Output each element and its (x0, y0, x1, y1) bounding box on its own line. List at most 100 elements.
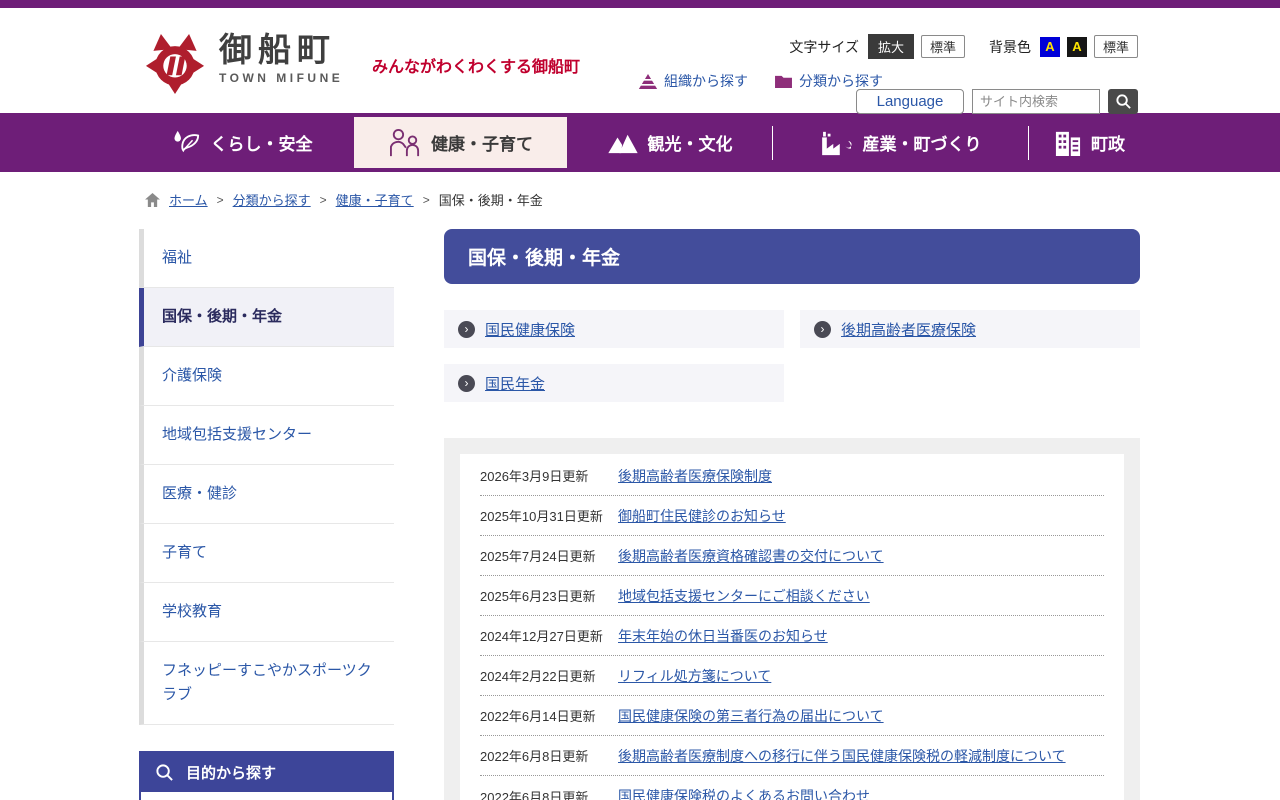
breadcrumb: ホーム > 分類から探す > 健康・子育て > 国保・後期・年金 (145, 190, 1280, 209)
news-row: 2022年6月8日更新 国民健康保険税のよくあるお問い合わせ (480, 776, 1104, 800)
news-row: 2025年10月31日更新 御船町住民健診のお知らせ (480, 496, 1104, 536)
news-row: 2022年6月14日更新 国民健康保険の第三者行為の届出について (480, 696, 1104, 736)
family-icon (388, 128, 422, 158)
news-link[interactable]: リフィル処方箋について (618, 666, 771, 686)
top-accent-bar (0, 0, 1280, 8)
chevron-right-circle-icon: › (458, 321, 475, 338)
news-date: 2025年6月23日更新 (480, 586, 618, 605)
category-box-late-elderly-medical: › 後期高齢者医療保険 (800, 310, 1140, 348)
news-row: 2025年6月23日更新 地域包括支援センターにご相談ください (480, 576, 1104, 616)
font-size-label: 文字サイズ (789, 37, 859, 57)
find-by-purpose-box: 目的から探す 分類から探す (139, 751, 394, 800)
news-link[interactable]: 後期高齢者医療資格確認書の交付について (618, 546, 884, 566)
sidebar: 福祉 国保・後期・年金 介護保険 地域包括支援センター 医療・健診 子育て 学校… (139, 229, 394, 800)
breadcrumb-separator: > (320, 193, 327, 207)
breadcrumb-home-link[interactable]: ホーム (169, 190, 208, 209)
folder-icon (774, 73, 793, 89)
news-row: 2024年12月27日更新 年末年始の休日当番医のお知らせ (480, 616, 1104, 656)
category-link-national-pension[interactable]: 国民年金 (485, 373, 545, 394)
news-date: 2025年7月24日更新 (480, 546, 618, 565)
site-tagline: みんながわくわくする御船町 (372, 53, 580, 77)
sidebar-item-community-support-center[interactable]: 地域包括支援センター (139, 406, 394, 465)
category-box-national-health-insurance: › 国民健康保険 (444, 310, 784, 348)
home-icon (145, 193, 160, 207)
news-link[interactable]: 御船町住民健診のお知らせ (618, 506, 786, 526)
bg-color-label: 背景色 (989, 37, 1031, 57)
news-date: 2024年12月27日更新 (480, 626, 618, 645)
breadcrumb-category-link[interactable]: 分類から探す (233, 190, 311, 209)
news-list: 2026年3月9日更新 後期高齢者医療保険制度 2025年10月31日更新 御船… (460, 454, 1124, 800)
site-search-input[interactable] (972, 89, 1100, 114)
search-icon (155, 763, 174, 782)
town-emblem-icon (145, 32, 205, 94)
main-navigation: くらし・安全 健康・子育て 観光・文化 (0, 113, 1280, 172)
news-link[interactable]: 国民健康保険税のよくあるお問い合わせ (618, 786, 870, 800)
nav-item-industry-townbuilding[interactable]: 産業・町づくり (773, 113, 1028, 172)
purpose-item-find-by-category[interactable]: 分類から探す (141, 792, 392, 800)
site-header: 御船町 TOWN MIFUNE みんながわくわくする御船町 文字サイズ 拡大 標… (0, 8, 1280, 113)
news-link[interactable]: 国民健康保険の第三者行為の届出について (618, 706, 884, 726)
breadcrumb-separator: > (423, 193, 430, 207)
news-link[interactable]: 年末年始の休日当番医のお知らせ (618, 626, 828, 646)
news-link[interactable]: 後期高齢者医療保険制度 (618, 466, 772, 486)
find-by-category-link[interactable]: 分類から探す (774, 71, 883, 91)
find-by-organization-link[interactable]: 組織から探す (638, 71, 748, 91)
main-column: 国保・後期・年金 › 国民健康保険 › 後期高齢者医療保険 › 国民年金 202… (444, 229, 1140, 800)
nav-item-living-safety[interactable]: くらし・安全 (130, 113, 354, 172)
sidebar-item-insurance-pension[interactable]: 国保・後期・年金 (139, 288, 394, 347)
building-icon (1054, 130, 1082, 156)
news-link[interactable]: 地域包括支援センターにご相談ください (618, 586, 870, 606)
category-link-late-elderly-medical[interactable]: 後期高齢者医療保険 (841, 319, 976, 340)
chevron-right-circle-icon: › (814, 321, 831, 338)
news-date: 2022年6月8日更新 (480, 787, 618, 800)
search-icon (1115, 93, 1132, 110)
news-date: 2022年6月14日更新 (480, 706, 618, 725)
search-area: Language (856, 89, 1138, 114)
news-date: 2024年2月22日更新 (480, 666, 618, 685)
nav-item-health-childcare[interactable]: 健康・子育て (354, 117, 567, 168)
sidebar-item-sports-club[interactable]: フネッピーすこやかスポーツクラブ (139, 642, 394, 725)
sidebar-item-welfare[interactable]: 福祉 (139, 229, 394, 288)
breadcrumb-health-link[interactable]: 健康・子育て (336, 190, 414, 209)
sidebar-item-school-education[interactable]: 学校教育 (139, 583, 394, 642)
news-list-container: 2026年3月9日更新 後期高齢者医療保険制度 2025年10月31日更新 御船… (444, 438, 1140, 800)
breadcrumb-separator: > (217, 193, 224, 207)
search-submit-button[interactable] (1108, 89, 1138, 114)
pyramid-icon (638, 73, 658, 90)
find-by-purpose-header: 目的から探す (141, 753, 392, 792)
language-button[interactable]: Language (856, 89, 964, 114)
site-title-en: TOWN MIFUNE (219, 71, 343, 85)
category-box-national-pension: › 国民年金 (444, 364, 784, 402)
font-size-expand-button[interactable]: 拡大 (868, 34, 914, 59)
news-row: 2025年7月24日更新 後期高齢者医療資格確認書の交付について (480, 536, 1104, 576)
sidebar-item-medical-checkup[interactable]: 医療・健診 (139, 465, 394, 524)
news-date: 2026年3月9日更新 (480, 466, 618, 485)
leaf-drop-icon (172, 130, 202, 156)
news-link[interactable]: 後期高齢者医療制度への移行に伴う国民健康保険税の軽減制度について (618, 746, 1066, 766)
page-title: 国保・後期・年金 (444, 229, 1140, 284)
sidebar-item-nursing-insurance[interactable]: 介護保険 (139, 347, 394, 406)
news-row: 2024年2月22日更新 リフィル処方箋について (480, 656, 1104, 696)
font-size-standard-button[interactable]: 標準 (921, 35, 965, 58)
chevron-right-circle-icon: › (458, 375, 475, 392)
bg-color-blue-button[interactable]: A (1040, 37, 1060, 57)
page-content: 福祉 国保・後期・年金 介護保険 地域包括支援センター 医療・健診 子育て 学校… (139, 229, 1280, 800)
sidebar-item-childcare[interactable]: 子育て (139, 524, 394, 583)
nav-item-tourism-culture[interactable]: 観光・文化 (567, 113, 772, 172)
news-row: 2026年3月9日更新 後期高齢者医療保険制度 (480, 456, 1104, 496)
accessibility-controls: 文字サイズ 拡大 標準 背景色 A A 標準 (789, 34, 1138, 59)
news-row: 2022年6月8日更新 後期高齢者医療制度への移行に伴う国民健康保険税の軽減制度… (480, 736, 1104, 776)
news-date: 2025年10月31日更新 (480, 506, 618, 525)
bg-color-standard-button[interactable]: 標準 (1094, 35, 1138, 58)
site-logo[interactable]: 御船町 TOWN MIFUNE (145, 32, 343, 94)
category-link-national-health-insurance[interactable]: 国民健康保険 (485, 319, 575, 340)
category-link-grid: › 国民健康保険 › 後期高齢者医療保険 › 国民年金 (444, 310, 1140, 402)
nav-item-town-government[interactable]: 町政 (1029, 113, 1150, 172)
breadcrumb-current: 国保・後期・年金 (439, 190, 543, 209)
quick-find-links: 組織から探す 分類から探す (638, 71, 883, 91)
factory-icon (820, 130, 854, 156)
site-title: 御船町 (219, 32, 343, 68)
news-date: 2022年6月8日更新 (480, 746, 618, 765)
mountains-icon (607, 132, 639, 154)
bg-color-black-button[interactable]: A (1067, 37, 1087, 57)
